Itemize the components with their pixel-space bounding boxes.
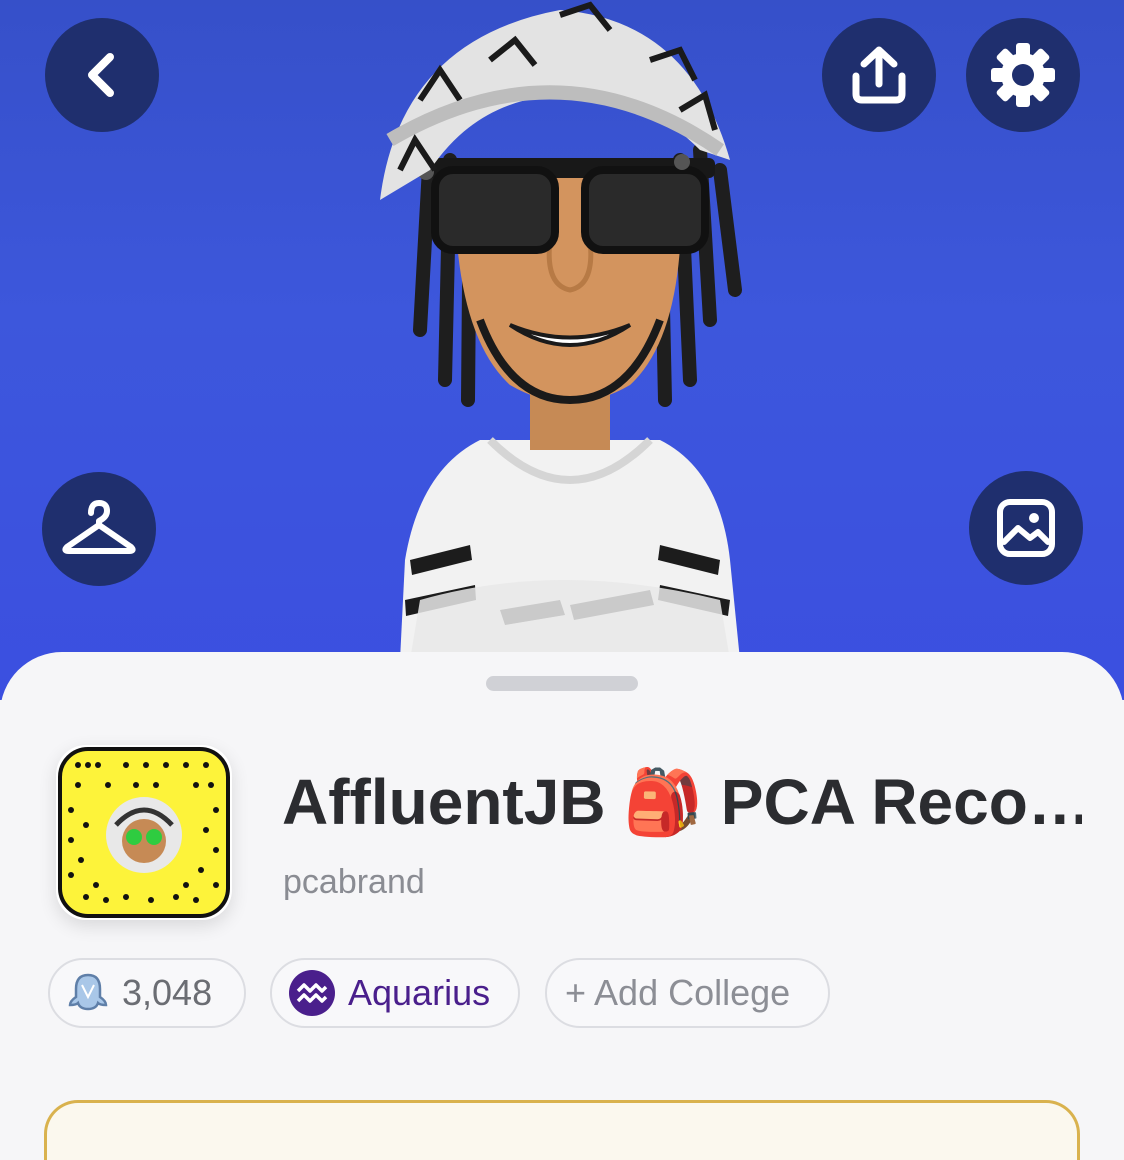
next-section-card[interactable]: [44, 1100, 1080, 1160]
background-photo-button[interactable]: [969, 471, 1083, 585]
ghost-score-icon: [68, 973, 108, 1011]
profile-hero-background: [0, 0, 1124, 700]
hanger-icon: [62, 500, 136, 554]
username: pcabrand: [283, 863, 425, 901]
zodiac-label: Aquarius: [348, 972, 491, 1013]
snap-score-badge[interactable]: 3,048: [48, 958, 246, 1028]
aquarius-icon: [289, 970, 335, 1016]
display-name: AffluentJB 🎒 PCA Reco…: [282, 766, 1082, 838]
chevron-left-icon: [88, 53, 114, 97]
snapcode-image: [58, 747, 230, 918]
snapcode[interactable]: [56, 745, 232, 920]
snap-score-value: 3,048: [122, 972, 213, 1013]
gear-icon: [991, 43, 1055, 107]
outfit-button[interactable]: [42, 472, 156, 586]
add-college-button[interactable]: + Add College: [545, 958, 830, 1028]
add-college-label: + Add College: [565, 972, 791, 1013]
bitmoji-avatar[interactable]: [360, 0, 780, 660]
upload-share-icon: [852, 46, 906, 104]
back-button[interactable]: [45, 18, 159, 132]
settings-button[interactable]: [966, 18, 1080, 132]
zodiac-badge[interactable]: Aquarius: [270, 958, 520, 1028]
share-button[interactable]: [822, 18, 936, 132]
sheet-drag-handle[interactable]: [486, 676, 638, 691]
image-frame-icon: [997, 499, 1055, 557]
